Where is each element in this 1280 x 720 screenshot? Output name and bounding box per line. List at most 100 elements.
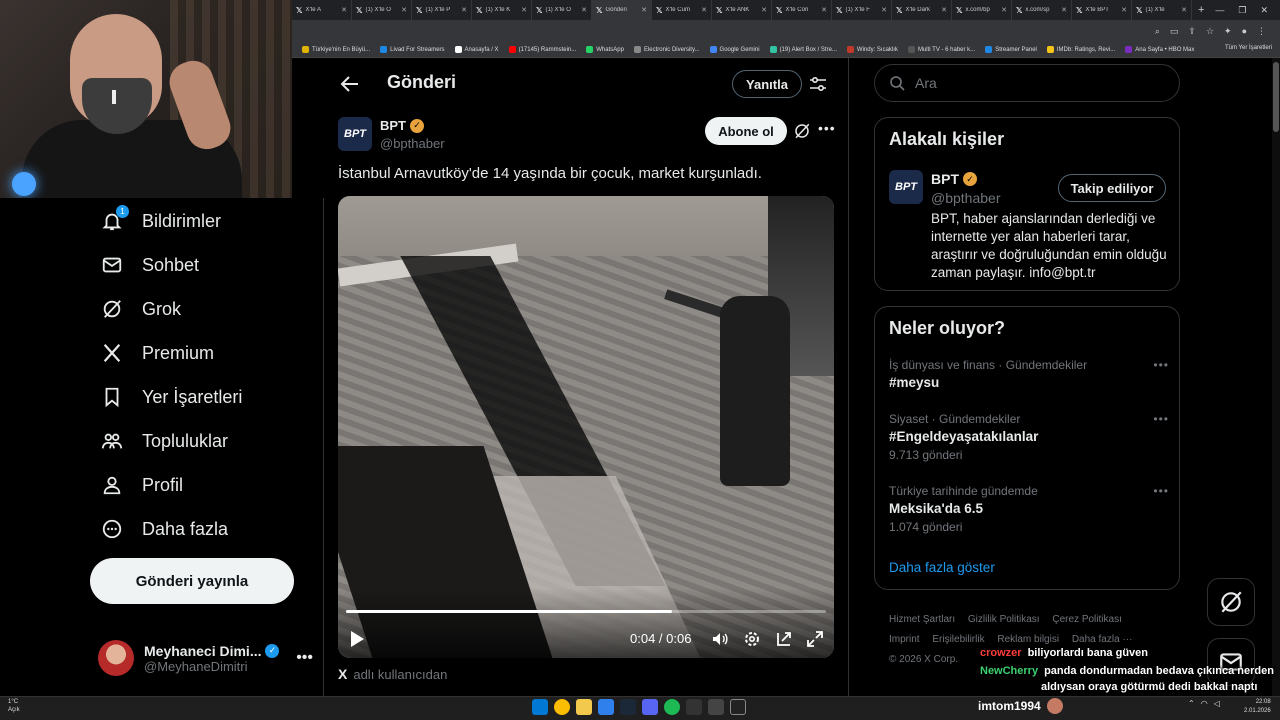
bookmark-item[interactable]: Streamer Panel: [985, 46, 1037, 53]
browser-tab[interactable]: 𝕏 X'te A ✕: [292, 0, 352, 20]
tab-close-icon[interactable]: ✕: [941, 6, 947, 14]
reply-button[interactable]: Yanıtla: [732, 70, 802, 98]
sidebar-item-yer-i-şaretleri[interactable]: Yer İşaretleri: [100, 381, 242, 413]
post-author-handle[interactable]: @bpthaber: [380, 136, 445, 151]
messages-fab-button[interactable]: [1207, 638, 1255, 686]
browser-tab[interactable]: 𝕏x.com/bp ✕: [952, 0, 1012, 20]
bookmark-item[interactable]: Google Gemini: [709, 46, 760, 53]
bookmark-item[interactable]: (19) Alert Box / Stre...: [769, 46, 837, 53]
picture-in-picture-icon[interactable]: [774, 629, 794, 649]
browser-tab[interactable]: 𝕏 (1) X'te O ✕: [532, 0, 592, 20]
zoom-icon[interactable]: ⌕: [1155, 26, 1160, 37]
footer-link[interactable]: Hizmet Şartları: [889, 614, 955, 625]
grok-fab-button[interactable]: [1207, 578, 1255, 626]
weather-widget[interactable]: 1°C Açık: [8, 698, 20, 714]
related-avatar[interactable]: BPT: [889, 170, 923, 204]
browser-tab[interactable]: 𝕏 (1) X'te P ✕: [412, 0, 472, 20]
bookmark-item[interactable]: Windy: Sıcaklık: [846, 46, 898, 53]
footer-link[interactable]: Çerez Politikası: [1052, 614, 1121, 625]
footer-link[interactable]: Erişilebilirlik: [932, 634, 984, 645]
tab-close-icon[interactable]: ✕: [1121, 6, 1127, 14]
back-arrow-icon[interactable]: [338, 72, 362, 96]
new-tab-icon[interactable]: +: [1192, 4, 1210, 16]
sidebar-item-premium[interactable]: Premium: [100, 337, 214, 369]
maximize-icon[interactable]: ❐: [1238, 5, 1246, 16]
epic-icon[interactable]: [686, 699, 702, 715]
browser-tab[interactable]: 𝕏 (1) X'te F ✕: [832, 0, 892, 20]
obs-icon[interactable]: [730, 699, 746, 715]
related-name[interactable]: BPT: [931, 171, 959, 187]
bookmark-item[interactable]: Anasayfa / X: [454, 46, 499, 53]
post-author-name[interactable]: BPT: [380, 118, 406, 133]
bookmark-item[interactable]: Multi TV - 6 haber k...: [907, 46, 975, 53]
trend-more-icon[interactable]: •••: [1153, 358, 1169, 372]
post-more-icon[interactable]: •••: [818, 120, 836, 136]
related-handle[interactable]: @bpthaber: [931, 190, 1000, 206]
browser-tab[interactable]: 𝕏x.com/sp ✕: [1012, 0, 1072, 20]
sidebar-item-bildirimler[interactable]: 1 Bildirimler: [100, 205, 221, 237]
search-input[interactable]: [915, 75, 1155, 91]
bookmark-item[interactable]: Electronic Diversity...: [633, 46, 700, 53]
post-author-name-row[interactable]: BPT ✓: [380, 118, 424, 133]
tab-close-icon[interactable]: ✕: [761, 6, 767, 14]
bookmark-item[interactable]: WhatsApp: [586, 46, 624, 53]
tab-close-icon[interactable]: ✕: [1061, 6, 1067, 14]
browser-tab[interactable]: 𝕏 (1) X'te O ✕: [352, 0, 412, 20]
speaker-icon[interactable]: ◁: [1214, 699, 1220, 708]
tab-close-icon[interactable]: ✕: [881, 6, 887, 14]
windows-start-icon[interactable]: [532, 699, 548, 715]
video-player[interactable]: [338, 196, 834, 658]
trend-item[interactable]: Türkiye tarihinde gündemde Meksika'da 6.…: [889, 484, 1169, 534]
browser-tab[interactable]: 𝕏 X'te Dark ✕: [892, 0, 952, 20]
search-box[interactable]: [874, 64, 1180, 102]
browser-tab[interactable]: 𝕏 X'te ANK ✕: [712, 0, 772, 20]
bookmark-item[interactable]: Livad For Streamers: [380, 46, 445, 53]
fullscreen-icon[interactable]: [805, 629, 825, 649]
footer-link[interactable]: Daha fazla ···: [1072, 634, 1133, 645]
related-name-row[interactable]: BPT ✓: [931, 171, 977, 187]
browser-tab[interactable]: 𝕏 Gönderi ✕: [592, 0, 652, 20]
tab-close-icon[interactable]: ✕: [1181, 6, 1187, 14]
browser-tab[interactable]: 𝕏 (1) X'te ✕: [1132, 0, 1192, 20]
footer-link[interactable]: Imprint: [889, 634, 920, 645]
chevron-up-icon[interactable]: ⌃: [1188, 699, 1195, 708]
play-icon[interactable]: [348, 629, 366, 649]
post-author-avatar[interactable]: BPT: [338, 117, 372, 151]
bookmark-item[interactable]: IMDb: Ratings, Revi...: [1046, 46, 1115, 53]
minimize-icon[interactable]: —: [1215, 5, 1224, 15]
extensions-icon[interactable]: ✦: [1224, 26, 1232, 37]
tab-close-icon[interactable]: ✕: [521, 6, 527, 14]
volume-icon[interactable]: [710, 629, 730, 649]
tab-close-icon[interactable]: ✕: [581, 6, 587, 14]
browser-tab[interactable]: 𝕏 X'te BPT ✕: [1072, 0, 1132, 20]
profile-icon[interactable]: ●: [1242, 26, 1247, 36]
tab-close-icon[interactable]: ✕: [641, 6, 647, 14]
discord-icon[interactable]: [642, 699, 658, 715]
store-icon[interactable]: [598, 699, 614, 715]
post-button[interactable]: Gönderi yayınla: [90, 558, 294, 604]
video-attribution[interactable]: X adlı kullanıcıdan: [338, 666, 447, 682]
tab-close-icon[interactable]: ✕: [821, 6, 827, 14]
account-switcher[interactable]: Meyhaneci Dimi... ✓ @MeyhaneDimitri •••: [98, 636, 313, 680]
sidebar-item-grok[interactable]: Grok: [100, 293, 181, 325]
file-explorer-icon[interactable]: [576, 699, 592, 715]
steam-icon[interactable]: [620, 699, 636, 715]
menu-icon[interactable]: ⋮: [1257, 26, 1266, 37]
sidebar-item-topluluklar[interactable]: Topluluklar: [100, 425, 228, 457]
share-icon[interactable]: ⇪: [1188, 26, 1196, 37]
tab-close-icon[interactable]: ✕: [401, 6, 407, 14]
trend-item[interactable]: Siyaset · Gündemdekiler #Engeldeyaşatakı…: [889, 412, 1169, 462]
subscribe-button[interactable]: Abone ol: [705, 117, 787, 145]
tab-close-icon[interactable]: ✕: [341, 6, 347, 14]
sidebar-item-sohbet[interactable]: Sohbet: [100, 249, 199, 281]
grok-icon[interactable]: [793, 122, 811, 140]
close-icon[interactable]: ✕: [1260, 5, 1268, 16]
following-button[interactable]: Takip ediliyor: [1058, 174, 1166, 202]
chrome-icon[interactable]: [554, 699, 570, 715]
page-scrollbar[interactable]: [1272, 58, 1280, 696]
tab-close-icon[interactable]: ✕: [1001, 6, 1007, 14]
settings-gear-icon[interactable]: [742, 629, 762, 649]
more-horizontal-icon[interactable]: •••: [296, 649, 313, 667]
system-clock[interactable]: 22:08 2.01.2026: [1244, 698, 1271, 716]
wifi-icon[interactable]: ◠: [1201, 699, 1208, 708]
